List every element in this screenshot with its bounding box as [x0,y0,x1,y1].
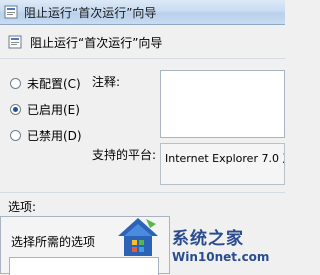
radio-enabled-indicator[interactable] [10,104,21,115]
radio-not-configured[interactable]: 未配置(C) [10,75,81,92]
radio-disabled[interactable]: 已禁用(D) [10,127,82,144]
radio-not-configured-label: 未配置(C) [27,77,81,91]
radio-disabled-label: 已禁用(D) [27,129,82,143]
radio-enabled[interactable]: 已启用(E) [10,101,80,118]
radio-disabled-indicator[interactable] [10,130,21,141]
watermark-brand: 系统之家 [172,229,244,249]
window-title: 阻止运行“首次运行”向导 [24,6,157,20]
options-panel-text: 选择所需的选项 [11,235,96,249]
platform-label: 支持的平台: [92,148,157,162]
radio-not-configured-indicator[interactable] [10,78,21,89]
watermark-url: Win10net.com [172,250,270,264]
watermark-house-icon [118,218,158,256]
policy-setting-icon [4,5,18,19]
comment-label: 注释: [92,75,121,89]
options-label: 选项: [8,200,37,214]
radio-enabled-label: 已启用(E) [27,103,80,117]
policy-header: 阻止运行“首次运行”向导 [0,25,285,59]
policy-title: 阻止运行“首次运行”向导 [30,36,163,50]
platform-value: Internet Explorer 7.0 及 [160,143,285,185]
section-divider [0,192,285,193]
title-bar[interactable]: 阻止运行“首次运行”向导 [0,0,285,25]
comment-field[interactable] [160,70,285,138]
policy-setting-icon [8,35,22,49]
